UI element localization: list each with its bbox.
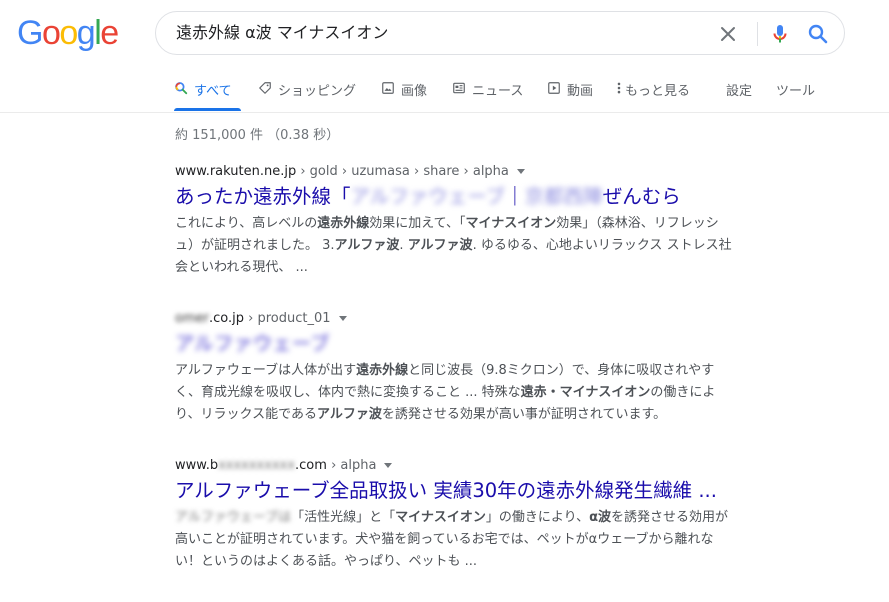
logo-letter: e <box>100 14 119 52</box>
search-input[interactable]: 遠赤外線 α波 マイナスイオン <box>176 23 388 43</box>
logo-letter: o <box>59 14 78 52</box>
blurred-text: アルファウェーブは <box>175 510 292 525</box>
search-result: omer.co.jp › product_01 アルファウェーブ アルファウェー… <box>175 310 775 426</box>
result-domain: www.b <box>175 458 219 473</box>
tab-label: ツール <box>776 84 816 99</box>
result-domain: .com <box>295 458 327 473</box>
snippet-highlight: アルファ波 <box>407 238 473 253</box>
tab-more[interactable]: もっと見る <box>616 70 690 111</box>
snippet-highlight: 遠赤外線 <box>317 216 370 231</box>
snippet-text: ュ）が証明されました。 3. <box>175 238 335 253</box>
tab-all[interactable]: すべて <box>174 70 241 111</box>
image-icon <box>381 80 395 96</box>
more-vert-icon <box>616 80 622 96</box>
snippet-text: 効果」（森林浴、リフレッシ <box>556 216 719 231</box>
snippet-highlight: マイナスイオン <box>395 510 486 525</box>
search-box[interactable]: 遠赤外線 α波 マイナスイオン <box>155 11 845 55</box>
search-icon[interactable] <box>806 22 830 46</box>
tab-images[interactable]: 画像 <box>381 70 427 111</box>
clear-icon[interactable] <box>716 22 740 46</box>
blurred-text: xxxxxxxxxx <box>218 458 296 473</box>
blurred-text: アルファウェーブ <box>350 185 506 208</box>
snippet-text: . ゆるゆる、心地よいリラックス ストレス社 <box>472 238 732 253</box>
snippet-highlight: α波 <box>589 510 612 525</box>
result-path: › alpha <box>326 458 377 473</box>
tag-icon <box>258 80 272 96</box>
dropdown-arrow-icon[interactable] <box>516 169 525 174</box>
logo-letter: G <box>17 14 43 52</box>
blurred-text: 京都西陣 <box>524 185 603 208</box>
tab-shopping[interactable]: ショッピング <box>258 70 356 111</box>
tab-videos[interactable]: 動画 <box>547 70 593 111</box>
result-path: › product_01 <box>243 311 331 326</box>
search-icon <box>174 80 188 96</box>
result-snippet: アルファウェーブは「活性光線」と「マイナスイオン」の働きにより、α波を誘発させる… <box>175 507 775 573</box>
snippet-highlight: マイナスイオン <box>465 216 557 231</box>
tab-label: 動画 <box>567 84 594 99</box>
snippet-text: い！というのはよくある話。やっぱり、ペットも ... <box>175 554 478 569</box>
news-icon <box>452 80 466 96</box>
result-title[interactable]: あったか遠赤外線「アルファウェーブ｜京都西陣ぜんむら <box>175 184 775 210</box>
tab-label: ショッピング <box>278 84 357 99</box>
tab-tools[interactable]: ツール <box>776 70 815 111</box>
logo-letter: o <box>41 14 61 52</box>
snippet-text: く、育成光線を吸収し、体内で熱に変換すること ... 特殊な <box>175 385 521 400</box>
dropdown-arrow-icon[interactable] <box>338 316 347 321</box>
tab-label: 設定 <box>726 84 753 99</box>
search-result: www.bxxxxxxxxxx.com › alpha アルファウェーブ全品取扱… <box>175 457 775 573</box>
snippet-highlight: アルファ波 <box>316 407 382 422</box>
snippet-text: 会といわれる現代、 ... <box>175 260 308 275</box>
snippet-text: 」の働きにより、 <box>485 510 590 525</box>
title-text: あったか遠赤外線「 <box>175 185 351 208</box>
tab-label: 画像 <box>401 84 428 99</box>
microphone-icon[interactable] <box>768 22 792 46</box>
search-divider <box>757 22 758 46</box>
snippet-text: り、リラックス能である <box>175 407 317 422</box>
logo-letter: g <box>76 14 96 52</box>
result-title[interactable]: アルファウェーブ <box>175 331 775 357</box>
blurred-text: omer <box>175 311 209 326</box>
result-domain: www.rakuten.ne.jp <box>175 164 297 179</box>
snippet-text: 「活性光線」と「 <box>291 510 396 525</box>
snippet-text: . <box>399 238 408 253</box>
snippet-highlight: 遠赤外線 <box>356 363 409 378</box>
title-text: ぜんむら <box>602 185 681 208</box>
snippet-text: の働きによ <box>650 385 716 400</box>
result-stats: 約 151,000 件 （0.38 秒） <box>175 128 340 143</box>
snippet-text: 効果に加えて、「 <box>369 216 466 231</box>
result-url[interactable]: omer.co.jp › product_01 <box>175 310 775 328</box>
title-text: ｜ <box>505 185 525 208</box>
google-logo[interactable]: Google <box>17 14 119 52</box>
tab-label: すべて <box>194 84 232 99</box>
result-url[interactable]: www.bxxxxxxxxxx.com › alpha <box>175 457 775 475</box>
snippet-text: と同じ波長（9.8ミクロン）で、身体に吸収されやす <box>408 363 715 378</box>
snippet-text: アルファウェーブは人体が出す <box>175 363 357 378</box>
search-result: www.rakuten.ne.jp › gold › uzumasa › sha… <box>175 163 775 279</box>
tab-news[interactable]: ニュース <box>452 70 523 111</box>
tab-label: もっと見る <box>625 84 691 99</box>
video-icon <box>547 80 561 96</box>
result-snippet: アルファウェーブは人体が出す遠赤外線と同じ波長（9.8ミクロン）で、身体に吸収さ… <box>175 360 775 426</box>
result-path: › gold › uzumasa › share › alpha <box>296 164 509 179</box>
snippet-text: を誘発させる効果が高い事が証明されています。 <box>381 407 667 422</box>
snippet-highlight: アルファ波 <box>334 238 400 253</box>
result-url[interactable]: www.rakuten.ne.jp › gold › uzumasa › sha… <box>175 163 775 181</box>
tabs-divider <box>0 112 889 113</box>
snippet-text: 高いことが証明されています。犬や猫を飼っているお宅では、ペットがαウェーブから離… <box>175 532 714 547</box>
blurred-text: アルファウェーブ <box>175 332 330 355</box>
dropdown-arrow-icon[interactable] <box>384 463 393 468</box>
result-snippet: これにより、高レベルの遠赤外線効果に加えて、「マイナスイオン効果」（森林浴、リフ… <box>175 213 775 279</box>
snippet-text: これにより、高レベルの <box>175 216 318 231</box>
result-title[interactable]: アルファウェーブ全品取扱い 実績30年の遠赤外線発生繊維 ... <box>175 478 775 504</box>
snippet-highlight: 遠赤・マイナスイオン <box>520 385 651 400</box>
tab-settings[interactable]: 設定 <box>726 70 752 111</box>
snippet-text: を誘発させる効用が <box>611 510 729 525</box>
tab-label: ニュース <box>472 84 524 99</box>
result-domain: .co.jp <box>208 311 244 326</box>
